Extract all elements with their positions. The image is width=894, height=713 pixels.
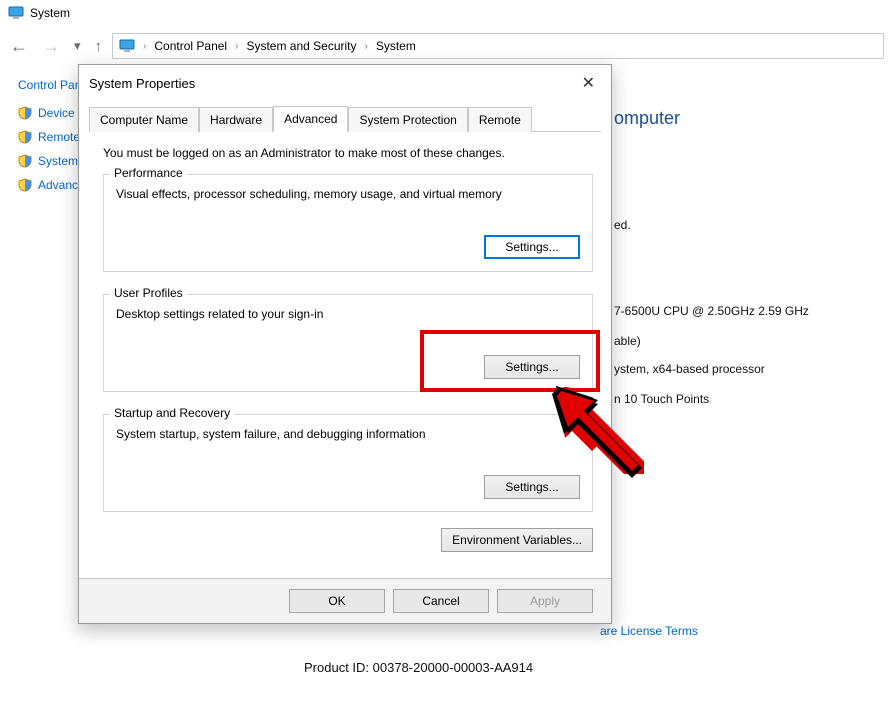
apply-button[interactable]: Apply (497, 589, 593, 613)
breadcrumb[interactable]: System and Security (246, 39, 356, 53)
ok-button[interactable]: OK (289, 589, 385, 613)
monitor-icon (8, 6, 24, 20)
tab-advanced[interactable]: Advanced (273, 106, 348, 132)
tab-hardware[interactable]: Hardware (199, 107, 273, 132)
chevron-right-icon: › (235, 41, 238, 52)
system-properties-dialog: System Properties ✕ Computer Name Hardwa… (78, 64, 612, 624)
group-performance: Performance Visual effects, processor sc… (103, 174, 593, 272)
history-dropdown-icon[interactable]: ▾ (74, 38, 81, 54)
chevron-right-icon: › (143, 41, 146, 52)
dialog-footer: OK Cancel Apply (79, 578, 611, 623)
chevron-right-icon: › (364, 41, 367, 52)
shield-icon (18, 178, 32, 192)
breadcrumb[interactable]: Control Panel (154, 39, 227, 53)
address-bar[interactable]: › Control Panel › System and Security › … (112, 33, 884, 59)
admin-note: You must be logged on as an Administrato… (103, 146, 593, 160)
performance-settings-button[interactable]: Settings... (484, 235, 580, 259)
startup-settings-button[interactable]: Settings... (484, 475, 580, 499)
close-icon[interactable]: ✕ (576, 73, 601, 93)
group-desc: Desktop settings related to your sign-in (116, 307, 580, 321)
info-text: ystem, x64-based processor (614, 362, 765, 376)
group-label: Performance (110, 166, 187, 180)
window-titlebar: System (0, 0, 894, 26)
page-title-suffix: omputer (614, 108, 680, 129)
group-desc: Visual effects, processor scheduling, me… (116, 187, 580, 201)
product-id: Product ID: 00378-20000-00003-AA914 (304, 660, 533, 675)
monitor-icon (119, 39, 135, 53)
dialog-titlebar: System Properties ✕ (79, 65, 611, 95)
group-startup-recovery: Startup and Recovery System startup, sys… (103, 414, 593, 512)
breadcrumb[interactable]: System (376, 39, 416, 53)
cancel-button[interactable]: Cancel (393, 589, 489, 613)
shield-icon (18, 154, 32, 168)
tabstrip: Computer Name Hardware Advanced System P… (89, 105, 601, 132)
dialog-title: System Properties (89, 76, 195, 91)
tab-remote[interactable]: Remote (468, 107, 532, 132)
dialog-body: You must be logged on as an Administrato… (79, 132, 611, 578)
environment-variables-button[interactable]: Environment Variables... (441, 528, 593, 552)
group-label: Startup and Recovery (110, 406, 234, 420)
license-link[interactable]: are License Terms (600, 624, 698, 638)
group-label: User Profiles (110, 286, 187, 300)
nav-arrows: ← → ▾ ↑ (10, 36, 102, 57)
forward-icon[interactable]: → (42, 36, 60, 57)
back-icon[interactable]: ← (10, 36, 28, 57)
group-desc: System startup, system failure, and debu… (116, 427, 580, 441)
shield-icon (18, 130, 32, 144)
up-icon[interactable]: ↑ (95, 38, 103, 55)
user-profiles-settings-button[interactable]: Settings... (484, 355, 580, 379)
shield-icon (18, 106, 32, 120)
group-user-profiles: User Profiles Desktop settings related t… (103, 294, 593, 392)
tab-computer-name[interactable]: Computer Name (89, 107, 199, 132)
info-text: n 10 Touch Points (614, 392, 709, 406)
info-text: able) (614, 334, 641, 348)
info-text: 7-6500U CPU @ 2.50GHz 2.59 GHz (614, 304, 809, 318)
tab-system-protection[interactable]: System Protection (348, 107, 467, 132)
window-title: System (30, 6, 70, 20)
info-text: ed. (614, 218, 631, 232)
navbar: ← → ▾ ↑ › Control Panel › System and Sec… (0, 26, 894, 66)
